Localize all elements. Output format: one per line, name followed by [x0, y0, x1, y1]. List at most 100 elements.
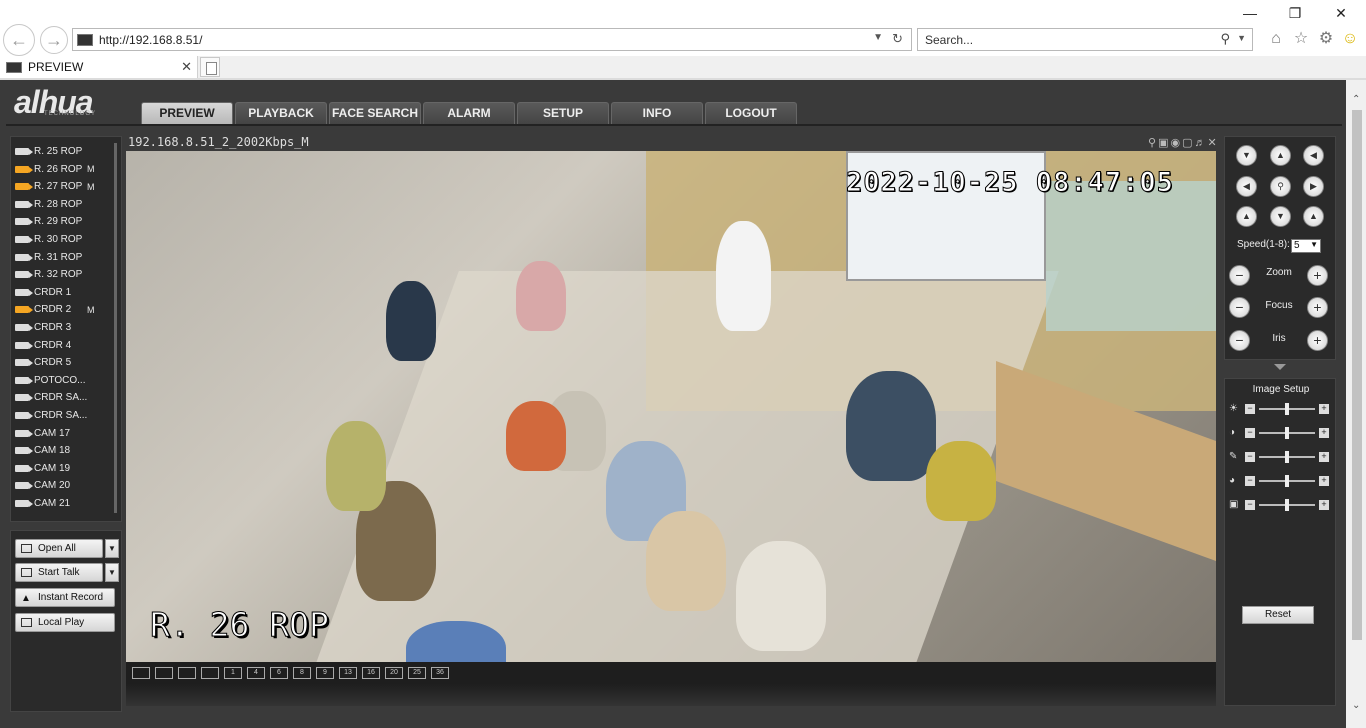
channel-item[interactable]: CAM 19 [15, 460, 119, 477]
decrease-button[interactable]: − [1245, 428, 1255, 438]
live-video[interactable]: 2022-10-25 08:47:05 R. 26 ROP [126, 151, 1216, 662]
minimize-button[interactable]: — [1241, 4, 1259, 22]
channel-item[interactable]: CAM 18 [15, 442, 119, 459]
decrease-button[interactable]: − [1245, 476, 1255, 486]
scroll-down-icon[interactable]: ⌄ [1352, 700, 1362, 711]
layout-button[interactable] [201, 667, 219, 679]
increase-button[interactable]: + [1319, 404, 1329, 414]
channel-item[interactable]: R. 26 ROP M [15, 161, 119, 178]
audio-icon[interactable]: ♬ [1194, 137, 1207, 149]
channel-item[interactable]: R. 25 ROP [15, 143, 119, 160]
ptz-left-button[interactable]: ◀ [1236, 176, 1257, 197]
layout-button[interactable]: 36 [431, 667, 449, 679]
restore-button[interactable]: ❐ [1286, 4, 1304, 22]
ptz-up-left-button[interactable]: ▼ [1236, 145, 1257, 166]
restore-icon[interactable]: ▣ [1158, 137, 1170, 149]
back-button[interactable]: ← [3, 24, 35, 56]
nav-preview[interactable]: PREVIEW [141, 102, 233, 124]
browser-tab[interactable]: PREVIEW ✕ [0, 56, 198, 78]
reset-button[interactable]: Reset [1242, 606, 1314, 624]
address-dropdown-icon[interactable]: ▼ [873, 32, 883, 43]
iris-close-button[interactable]: − [1229, 330, 1250, 351]
channel-item[interactable]: CRDR 3 [15, 319, 119, 336]
ptz-right-button[interactable]: ▶ [1303, 176, 1324, 197]
refresh-icon[interactable]: ↻ [892, 31, 903, 47]
layout-button[interactable]: 20 [385, 667, 403, 679]
layout-button[interactable]: 6 [270, 667, 288, 679]
focus-in-button[interactable]: + [1307, 297, 1328, 318]
layout-button[interactable]: 25 [408, 667, 426, 679]
channel-item[interactable]: R. 29 ROP [15, 213, 119, 230]
search-box[interactable]: Search... ⚲ ▼ [917, 28, 1253, 51]
record-icon[interactable]: ▢ [1182, 137, 1194, 149]
nav-alarm[interactable]: ALARM [423, 102, 515, 124]
increase-button[interactable]: + [1319, 452, 1329, 462]
layout-button[interactable] [178, 667, 196, 679]
channel-item[interactable]: CRDR 1 [15, 284, 119, 301]
increase-button[interactable]: + [1319, 500, 1329, 510]
close-video-icon[interactable]: ✕ [1207, 137, 1218, 149]
iris-open-button[interactable]: + [1307, 330, 1328, 351]
ptz-down-right-button[interactable]: ▲ [1303, 206, 1324, 227]
decrease-button[interactable]: − [1245, 452, 1255, 462]
search-dropdown-icon[interactable]: ▼ [1237, 33, 1246, 43]
ptz-down-left-button[interactable]: ▲ [1236, 206, 1257, 227]
ptz-center-button[interactable]: ⚲ [1270, 176, 1291, 197]
settings-gear-icon[interactable]: ⚙ [1317, 30, 1335, 48]
local-play-button[interactable]: Local Play [15, 613, 115, 632]
address-bar[interactable]: http://192.168.8.51/ ▼ ↻ [72, 28, 912, 51]
nav-face-search[interactable]: FACE SEARCH [329, 102, 421, 124]
start-talk-button[interactable]: Start Talk [15, 563, 103, 582]
layout-button[interactable]: 8 [293, 667, 311, 679]
zoom-out-button[interactable]: − [1229, 265, 1250, 286]
nav-playback[interactable]: PLAYBACK [235, 102, 327, 124]
new-tab-button[interactable] [200, 57, 220, 77]
channel-item[interactable]: CAM 17 [15, 425, 119, 442]
channel-item[interactable]: R. 27 ROP M [15, 178, 119, 195]
search-icon[interactable]: ⚲ [1220, 31, 1230, 47]
scroll-up-icon[interactable]: ⌃ [1352, 94, 1362, 105]
forward-button[interactable]: → [40, 26, 68, 54]
layout-button[interactable]: 16 [362, 667, 380, 679]
channel-item[interactable]: CRDR 4 [15, 337, 119, 354]
slider-knob[interactable] [1285, 451, 1289, 463]
layout-button[interactable] [155, 667, 173, 679]
ptz-up-button[interactable]: ▲ [1270, 145, 1291, 166]
open-all-button[interactable]: Open All [15, 539, 103, 558]
collapse-ptz-icon[interactable] [1274, 364, 1286, 370]
layout-button[interactable] [132, 667, 150, 679]
home-icon[interactable]: ⌂ [1267, 30, 1285, 48]
increase-button[interactable]: + [1319, 428, 1329, 438]
smiley-feedback-icon[interactable]: ☺ [1341, 30, 1359, 48]
close-window-button[interactable]: ✕ [1332, 4, 1350, 22]
ptz-down-button[interactable]: ▼ [1270, 206, 1291, 227]
layout-button[interactable]: 9 [316, 667, 334, 679]
start-talk-dropdown[interactable]: ▼ [105, 563, 119, 582]
channel-item[interactable]: R. 31 ROP [15, 249, 119, 266]
slider-knob[interactable] [1285, 499, 1289, 511]
channel-item[interactable]: CAM 21 [15, 495, 119, 512]
decrease-button[interactable]: − [1245, 500, 1255, 510]
speed-select[interactable]: 5 ▼ [1291, 239, 1321, 253]
channel-item[interactable]: CRDR SA... [15, 407, 119, 424]
slider-knob[interactable] [1285, 427, 1289, 439]
channel-item[interactable]: CRDR 5 [15, 354, 119, 371]
nav-setup[interactable]: SETUP [517, 102, 609, 124]
channel-item[interactable]: CAM 20 [15, 477, 119, 494]
layout-button[interactable]: 4 [247, 667, 265, 679]
scrollbar-thumb[interactable] [1352, 110, 1362, 640]
nav-info[interactable]: INFO [611, 102, 703, 124]
decrease-button[interactable]: − [1245, 404, 1255, 414]
increase-button[interactable]: + [1319, 476, 1329, 486]
channel-item[interactable]: POTOCO... [15, 372, 119, 389]
favorites-star-icon[interactable]: ☆ [1292, 30, 1310, 48]
focus-out-button[interactable]: − [1229, 297, 1250, 318]
close-tab-icon[interactable]: ✕ [181, 59, 192, 75]
nav-logout[interactable]: LOGOUT [705, 102, 797, 124]
open-all-dropdown[interactable]: ▼ [105, 539, 119, 558]
channel-item[interactable]: CRDR SA... [15, 389, 119, 406]
channel-item[interactable]: R. 28 ROP [15, 196, 119, 213]
snapshot-icon[interactable]: ◉ [1170, 137, 1182, 149]
page-scrollbar[interactable]: ⌃ ⌄ [1348, 80, 1366, 728]
zoom-in-button[interactable]: + [1307, 265, 1328, 286]
